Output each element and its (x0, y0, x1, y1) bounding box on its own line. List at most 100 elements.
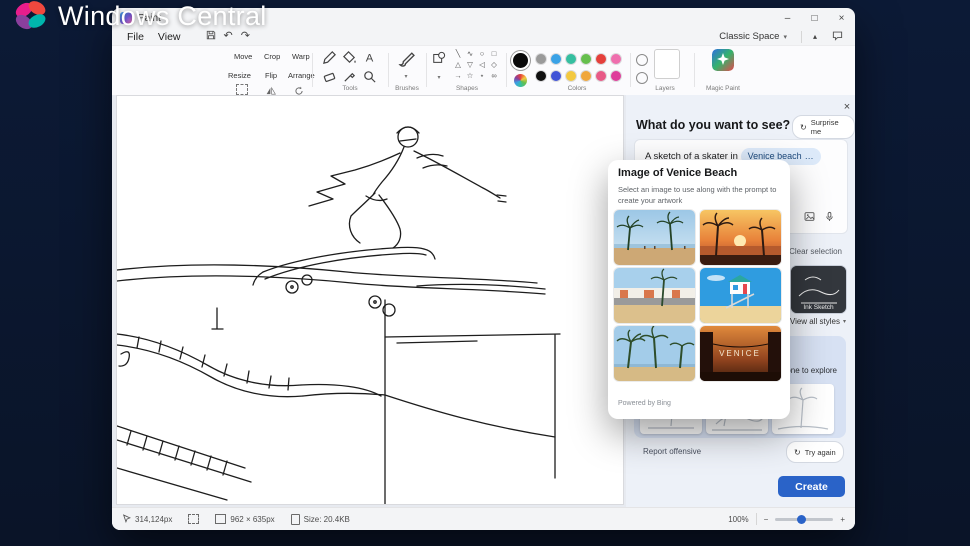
palette-swatch[interactable] (551, 54, 561, 64)
shape-line[interactable]: ╲ (452, 49, 464, 59)
microphone-icon[interactable] (824, 209, 835, 227)
paint-app-icon (120, 12, 132, 24)
shape-triangle[interactable]: △ (452, 60, 464, 70)
zoom-out-button[interactable]: − (764, 515, 769, 524)
shape-rect[interactable]: □ (488, 49, 500, 59)
warp-tool[interactable]: Warp (292, 52, 310, 61)
shape-arrow[interactable]: → (452, 71, 464, 81)
rotate-icon[interactable] (294, 83, 304, 92)
skater-sketch (117, 96, 623, 504)
shape-curve[interactable]: ∿ (464, 49, 476, 59)
zoom-slider[interactable] (775, 518, 833, 521)
crop-tool[interactable]: Crop (264, 52, 280, 61)
palette-swatch[interactable] (611, 54, 621, 64)
report-offensive-link[interactable]: Report offensive (643, 447, 701, 456)
surprise-me-button[interactable]: ↻ Surprise me (792, 115, 855, 139)
create-button[interactable]: Create (778, 476, 845, 497)
view-all-styles-label: View all styles (790, 317, 840, 326)
pencil-icon[interactable] (322, 50, 337, 65)
titlebar: Paint – □ × (112, 8, 855, 28)
svg-text:A: A (366, 52, 374, 64)
venice-image-3[interactable] (614, 268, 695, 323)
selection-icon (188, 514, 199, 524)
palette-swatch[interactable] (536, 71, 546, 81)
flip-icon[interactable] (266, 83, 276, 92)
move-tool[interactable]: Move (234, 52, 252, 61)
try-again-button[interactable]: ↻ Try again (786, 441, 844, 463)
arrange-tool[interactable]: Arrange (288, 71, 315, 80)
palette-swatch[interactable] (596, 54, 606, 64)
save-icon[interactable] (202, 30, 220, 43)
divider (756, 513, 757, 525)
view-menu[interactable]: View (151, 31, 188, 43)
file-size: Size: 20.4KB (291, 514, 350, 525)
collapse-ribbon-icon[interactable]: ▴ (809, 33, 821, 41)
brush-icon[interactable] (398, 50, 415, 67)
palette-swatch[interactable] (566, 54, 576, 64)
shape-infinity[interactable]: ∞ (488, 71, 500, 81)
zoom-in-button[interactable]: + (840, 515, 845, 524)
color-picker-icon[interactable] (342, 69, 357, 84)
circle-tool-icon[interactable] (636, 54, 648, 66)
undo-icon[interactable]: ↶ (220, 31, 237, 42)
redo-icon[interactable]: ↷ (237, 31, 254, 42)
zoom-slider-thumb[interactable] (797, 515, 806, 524)
palette-swatch[interactable] (581, 54, 591, 64)
shape-diamond[interactable]: ◇ (488, 60, 500, 70)
flip-tool[interactable]: Flip (265, 71, 277, 80)
close-button[interactable]: × (828, 8, 855, 28)
style-dropdown[interactable]: Classic Space ▾ (712, 30, 794, 43)
magic-paint-icon[interactable] (712, 49, 734, 71)
feedback-icon[interactable] (828, 30, 847, 44)
add-image-icon[interactable] (804, 209, 815, 227)
chevron-down-icon[interactable]: ▾ (433, 73, 445, 83)
shape-picker-icon[interactable] (432, 51, 446, 65)
file-menu[interactable]: File (120, 31, 151, 43)
palette-swatch[interactable] (596, 71, 606, 81)
maximize-button[interactable]: □ (801, 8, 828, 28)
shape-tri-down[interactable]: ▽ (464, 60, 476, 70)
venice-image-6[interactable]: VENICE (700, 326, 781, 381)
selection-indicator (188, 514, 199, 524)
try-again-label: Try again (805, 448, 836, 457)
edit-colors-icon[interactable] (514, 74, 527, 87)
drawing-canvas[interactable] (117, 96, 623, 504)
minimize-button[interactable]: – (774, 8, 801, 28)
palette-swatch[interactable] (581, 71, 591, 81)
venice-image-2[interactable] (700, 210, 781, 265)
shape-tri-left[interactable]: ◁ (476, 60, 488, 70)
clear-selection-link[interactable]: Clear selection (789, 247, 842, 256)
selected-color-swatch[interactable] (513, 53, 528, 68)
circle-tool-icon[interactable] (636, 72, 648, 84)
chip-more-icon[interactable]: … (805, 149, 814, 164)
chevron-down-icon[interactable]: ▾ (400, 72, 412, 82)
shape-burst[interactable]: ⋆ (476, 71, 488, 81)
magnifier-icon[interactable] (362, 69, 377, 84)
palette-swatch[interactable] (566, 71, 576, 81)
cursor-icon (122, 514, 131, 524)
venice-image-1[interactable] (614, 210, 695, 265)
palette-swatch[interactable] (611, 71, 621, 81)
text-tool-icon[interactable]: A (362, 50, 377, 65)
file-size-value: Size: 20.4KB (304, 515, 350, 524)
palette-swatch[interactable] (536, 54, 546, 64)
venice-image-4[interactable] (700, 268, 781, 323)
venice-image-5[interactable] (614, 326, 695, 381)
panel-close-icon[interactable]: × (841, 101, 853, 113)
status-bar: 314,124px 962 × 635px Size: 20.4KB 100% … (112, 507, 855, 530)
divider (506, 53, 507, 87)
cursor-position: 314,124px (122, 514, 172, 524)
popup-description: Select an image to use along with the pr… (618, 185, 786, 206)
select-icon[interactable] (236, 84, 248, 95)
shape-oval[interactable]: ○ (476, 49, 488, 59)
fill-icon[interactable] (342, 50, 357, 65)
tools-group-label: Tools (318, 85, 382, 92)
resize-tool[interactable]: Resize (228, 71, 251, 80)
layers-panel-icon[interactable] (654, 49, 680, 79)
view-all-styles-link[interactable]: View all styles ▾ (790, 317, 846, 326)
eraser-icon[interactable] (322, 69, 337, 84)
style-card-ink-sketch[interactable]: Ink Sketch (791, 266, 846, 313)
palette-swatch[interactable] (551, 71, 561, 81)
screen-background: Windows Central Paint – □ × File View ↶ … (0, 0, 970, 546)
shape-star[interactable]: ☆ (464, 71, 476, 81)
